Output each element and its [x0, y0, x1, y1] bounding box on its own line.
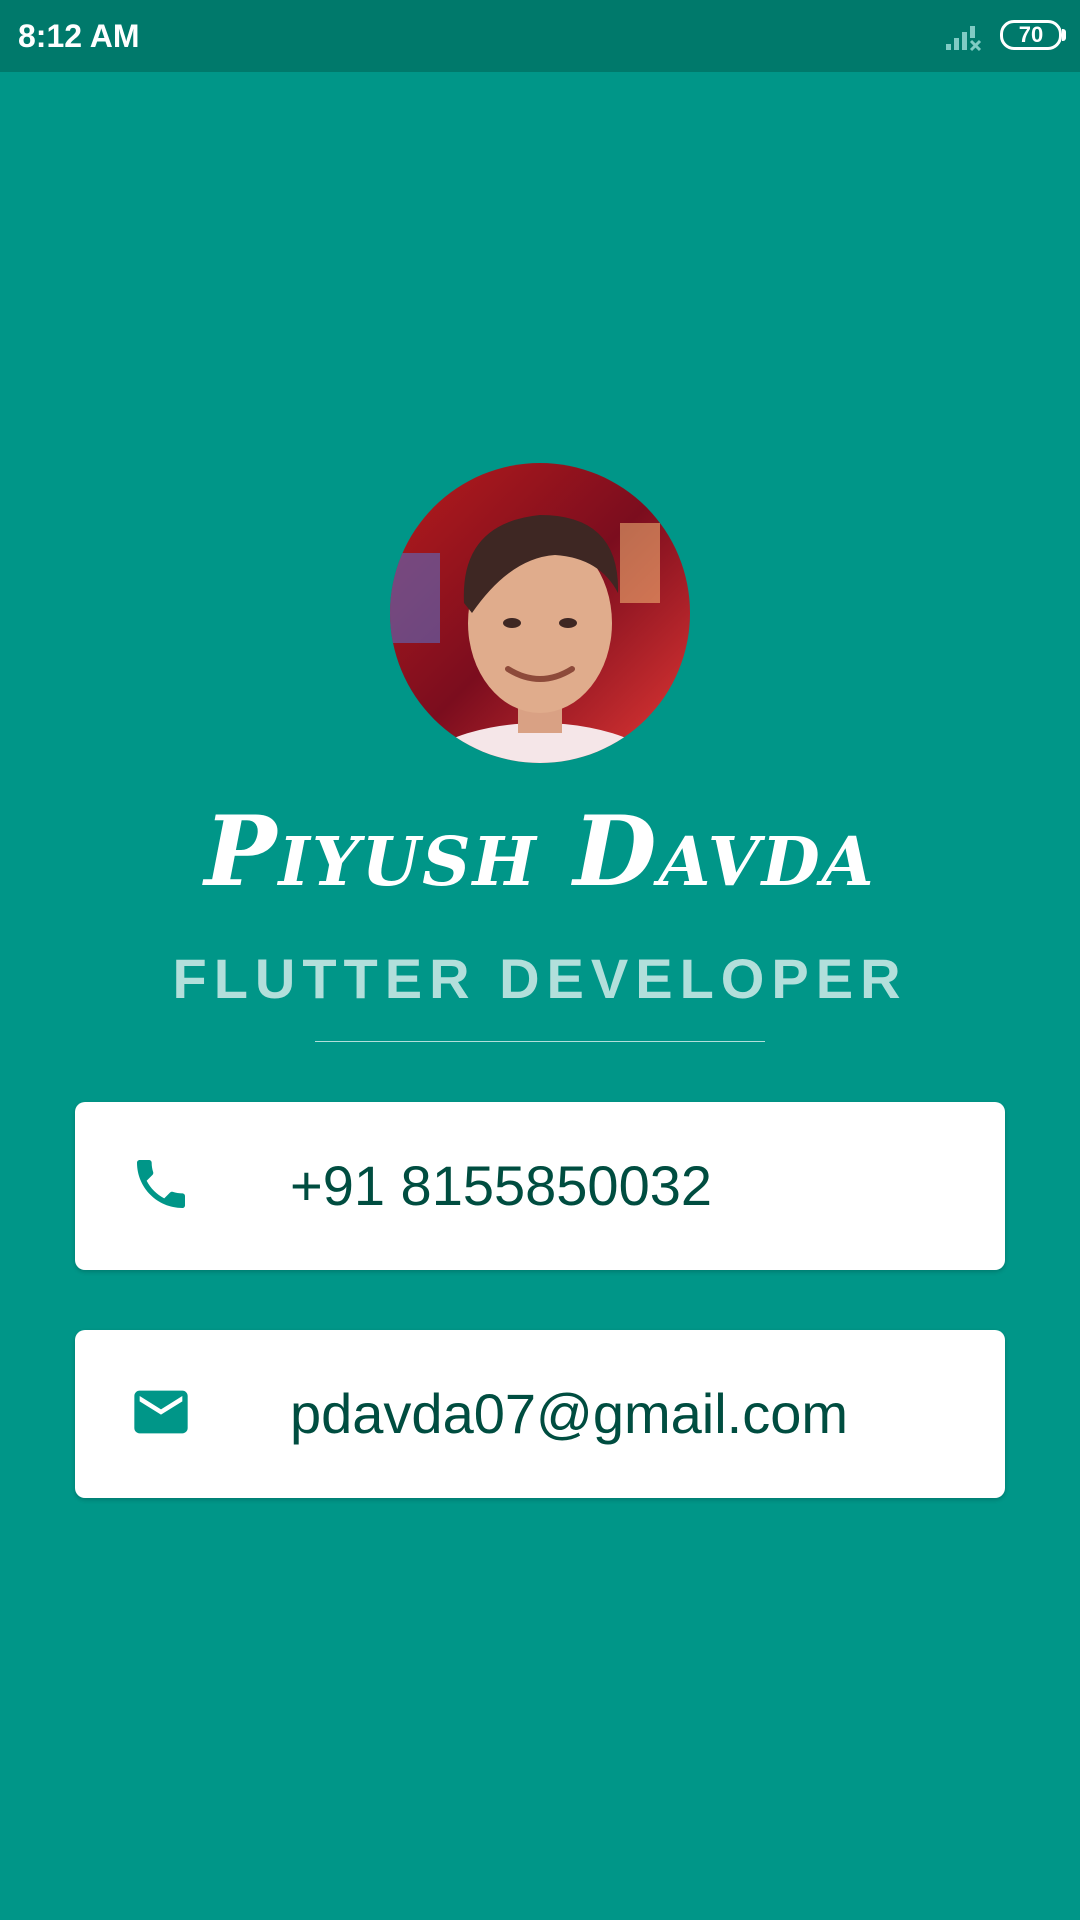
profile-name: Piyush Davda: [204, 795, 876, 908]
phone-number: +91 8155850032: [290, 1154, 712, 1217]
battery-icon: 70: [1000, 20, 1062, 50]
divider: [315, 1041, 765, 1042]
profile-photo: [390, 463, 690, 763]
status-time: 8:12 AM: [18, 18, 140, 54]
signal-off-icon: [944, 20, 984, 52]
email-address: pdavda07@gmail.com: [290, 1382, 849, 1445]
phone-card[interactable]: +91 8155850032: [75, 1102, 1005, 1270]
profile-title: FLUTTER DEVELOPER: [172, 947, 908, 1010]
email-icon: [129, 1380, 193, 1444]
status-bar: 8:12 AM 70: [0, 0, 1080, 72]
phone-icon: [129, 1152, 193, 1216]
email-card[interactable]: pdavda07@gmail.com: [75, 1330, 1005, 1498]
battery-tip: [1062, 29, 1066, 41]
